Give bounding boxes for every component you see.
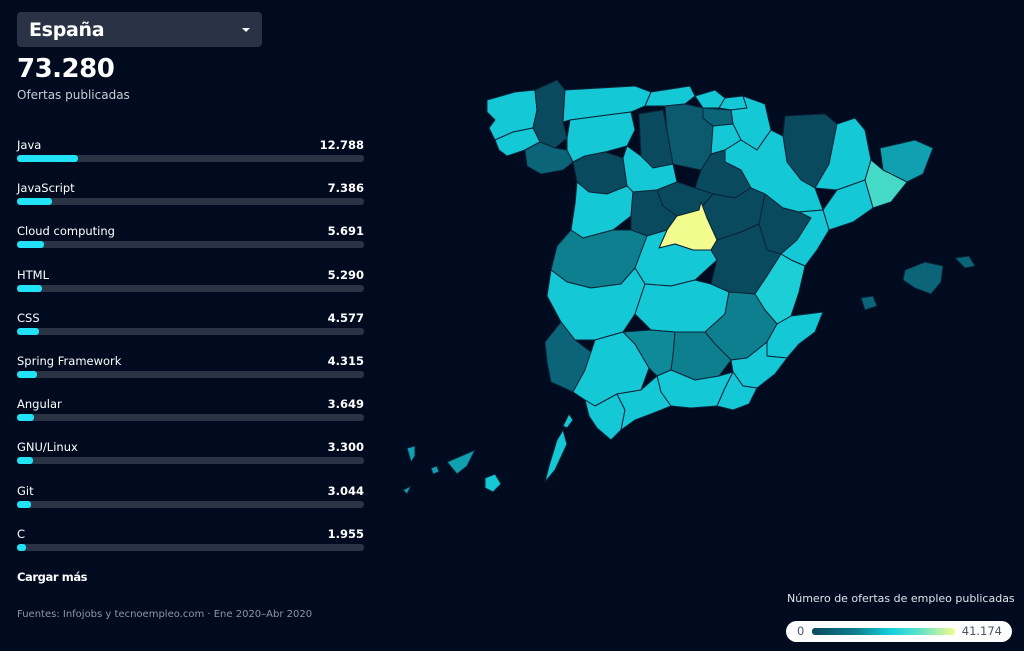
skill-row[interactable]: Angular 3.649 [17, 397, 364, 440]
skill-row[interactable]: C 1.955 [17, 527, 364, 570]
legend-min: 0 [797, 624, 805, 638]
skill-bar-fill [17, 543, 27, 551]
province-la-palma[interactable] [406, 445, 416, 463]
province-la-gomera[interactable] [430, 465, 440, 475]
skill-name: C [17, 526, 26, 541]
skill-row[interactable]: GNU/Linux 3.300 [17, 440, 364, 483]
skill-row[interactable]: JavaScript 7.386 [17, 181, 364, 224]
skill-count: 4.315 [327, 353, 364, 368]
skill-row[interactable]: Spring Framework 4.315 [17, 354, 364, 397]
province-mallorca[interactable] [902, 261, 944, 295]
skill-bar-track [17, 155, 364, 162]
skill-count: 3.044 [327, 483, 364, 498]
skill-count: 1.955 [327, 526, 364, 541]
skill-bar-track [17, 457, 364, 465]
skill-bar-track [17, 543, 364, 551]
province-el-hierro[interactable] [402, 485, 412, 495]
skill-count: 7.386 [327, 181, 364, 196]
color-legend: 0 41.174 [786, 621, 1012, 642]
province-ibiza[interactable] [860, 295, 878, 311]
province-lanzarote-fuerteventura[interactable] [544, 413, 574, 483]
skill-row[interactable]: Java 12.788 [17, 138, 364, 181]
skill-count: 5.290 [327, 267, 364, 282]
total-offers-count: 73.280 [17, 54, 115, 84]
legend-gradient [812, 628, 955, 635]
skill-name: CSS [17, 310, 40, 325]
province-tenerife[interactable] [446, 449, 476, 475]
skill-row[interactable]: HTML 5.290 [17, 268, 364, 311]
skill-bar-track [17, 198, 364, 206]
skill-name: Java [17, 138, 42, 152]
skills-list: Java 12.788 JavaScript 7.386 Cloud computing… [17, 138, 364, 570]
province-menorca[interactable] [954, 255, 976, 269]
skill-row[interactable]: CSS 4.577 [17, 311, 364, 354]
spain-choropleth-map [402, 79, 976, 495]
province-gran-canaria[interactable] [484, 473, 502, 493]
skill-name: GNU/Linux [17, 440, 78, 455]
load-more-button[interactable]: Cargar más [17, 570, 88, 584]
skill-row[interactable]: Git 3.044 [17, 484, 364, 527]
source-note: Fuentes: Infojobs y tecnoempleo.com · En… [17, 609, 313, 620]
legend-max: 41.174 [961, 624, 1002, 638]
legend-title: Número de ofertas de empleo publicadas [787, 592, 1015, 605]
skill-bar-fill [17, 414, 35, 422]
skill-name: Angular [17, 397, 62, 412]
province-ourense[interactable] [524, 141, 574, 175]
skill-count: 5.691 [327, 224, 364, 239]
skill-bar-track [17, 500, 364, 508]
skill-bar-fill [17, 327, 39, 335]
region-selector[interactable]: España [17, 12, 262, 47]
skill-name: Git [17, 483, 34, 498]
skill-name: Spring Framework [17, 353, 122, 368]
skill-bar-fill [17, 155, 78, 162]
skill-name: HTML [17, 267, 50, 282]
skill-bar-fill [17, 241, 44, 249]
skill-name: JavaScript [17, 181, 75, 196]
skill-bar-track [17, 327, 364, 335]
skill-bar-fill [17, 370, 38, 378]
skill-count: 3.649 [327, 397, 364, 412]
skill-bar-fill [17, 500, 32, 508]
skill-bar-fill [17, 198, 52, 206]
province-cantabria[interactable] [644, 85, 696, 107]
skill-bar-track [17, 370, 364, 378]
skill-name: Cloud computing [17, 224, 115, 239]
skill-count: 4.577 [327, 310, 364, 325]
skill-bar-track [17, 284, 364, 292]
skill-count: 3.300 [327, 440, 364, 455]
skill-bar-fill [17, 457, 33, 465]
skill-bar-fill [17, 284, 43, 292]
skill-bar-track [17, 414, 364, 422]
caret-down-icon [242, 27, 250, 32]
skill-row[interactable]: Cloud computing 5.691 [17, 224, 364, 267]
skill-bar-track [17, 241, 364, 249]
skill-count: 12.788 [319, 138, 364, 152]
total-offers-label: Ofertas publicadas [17, 88, 130, 102]
region-selector-label: España [29, 18, 105, 41]
